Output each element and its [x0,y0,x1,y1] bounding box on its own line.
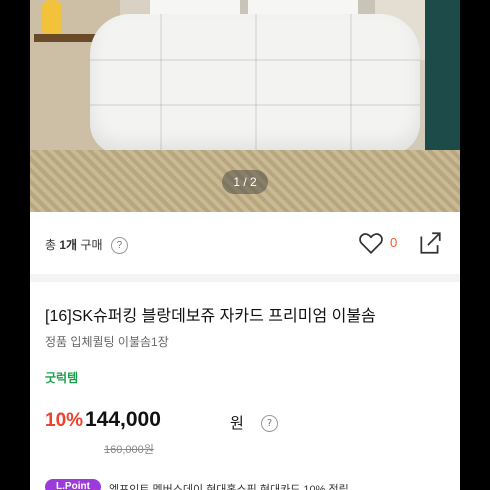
purchase-count-value: 1개 [59,238,78,252]
goods-label: 굿럭템 [45,371,79,385]
promo-text: 엘포인트 멤버스데이 현대홈쇼핑 현대카드 10% 적립 [109,484,349,490]
vase [42,0,62,34]
purchase-info-row: 총 1개 구매 ? 0 [30,212,460,282]
lpoint-badge: L.Point [45,479,101,490]
purchase-suffix: 구매 [77,238,103,252]
help-icon[interactable]: ? [110,237,128,255]
heart-icon[interactable] [358,230,384,256]
discount-rate: 10% [45,410,84,431]
purchase-prefix: 총 [45,238,60,252]
duvet [90,14,420,154]
side-panel [425,0,460,150]
promo-banner[interactable]: L.Point 엘포인트 멤버스데이 현대홈쇼핑 현대카드 10% 적립 [45,476,455,490]
product-image-carousel[interactable]: 1 / 2 [30,0,460,212]
purchase-count: 총 1개 구매 ? [45,236,128,255]
sale-price: 144,000 [85,408,161,431]
original-price: 160,000원 [104,444,154,456]
product-subtitle: 정품 입체퀼팅 이불솜1장 [45,335,169,349]
app-frame: 1 / 2 총 1개 구매 ? 0 [16]SK슈퍼킹 블랑데보쥬 자카드 프리… [30,0,460,490]
product-title: [16]SK슈퍼킹 블랑데보쥬 자카드 프리미엄 이불솜 [45,308,376,325]
price-unit: 원 [230,415,244,432]
image-pager: 1 / 2 [222,170,268,194]
price-help-icon[interactable]: ? [261,415,278,432]
like-count: 0 [390,235,398,250]
share-icon[interactable] [417,230,443,256]
